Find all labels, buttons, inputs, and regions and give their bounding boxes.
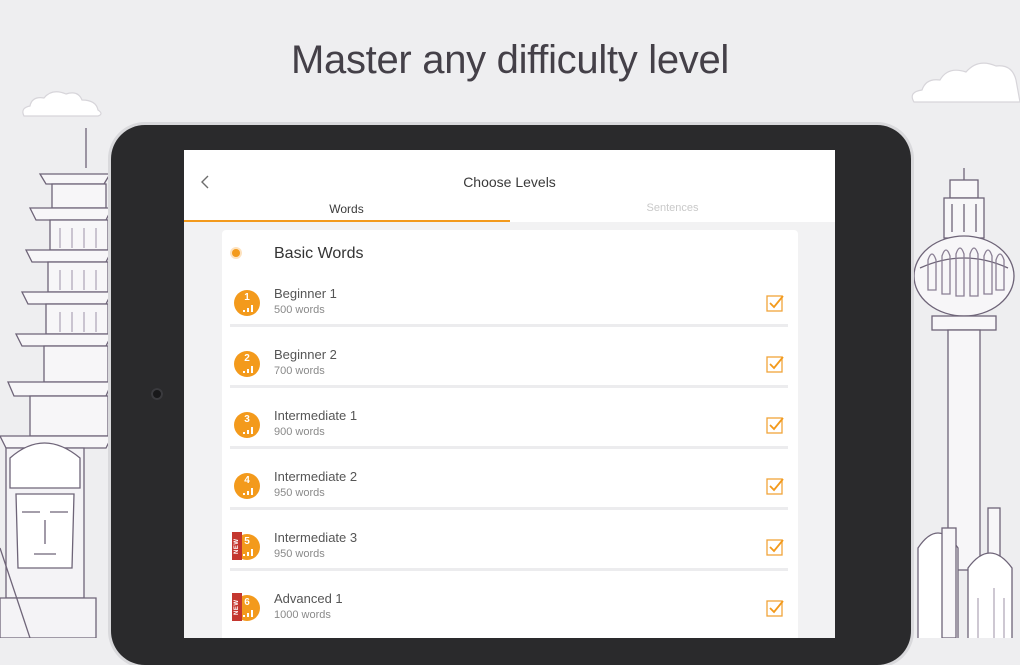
checkbox-checked-icon[interactable]: [765, 354, 785, 374]
level-row[interactable]: 2 Beginner 2 700 words: [222, 341, 798, 402]
level-badge: 3: [234, 412, 260, 438]
level-word-count: 700 words: [274, 365, 325, 377]
level-number: 2: [244, 353, 250, 364]
level-number: 1: [244, 292, 250, 303]
level-row[interactable]: 6 NEW Advanced 1 1000 words: [222, 585, 798, 638]
signal-bars-icon: [243, 305, 253, 312]
row-divider: [230, 385, 788, 388]
tab-sentences[interactable]: Sentences: [510, 202, 835, 222]
level-word-count: 1000 words: [274, 609, 331, 621]
checkbox-checked-icon[interactable]: [765, 415, 785, 435]
level-title: Advanced 1: [274, 591, 343, 606]
app-screen: Choose Levels Words Sentences Basic Word…: [184, 150, 835, 638]
checkbox-checked-icon[interactable]: [765, 598, 785, 618]
signal-bars-icon: [243, 549, 253, 556]
checkbox-checked-icon[interactable]: [765, 293, 785, 313]
level-number: 3: [244, 414, 250, 425]
level-badge: 4: [234, 473, 260, 499]
level-badge: 2: [234, 351, 260, 377]
level-title: Intermediate 2: [274, 469, 358, 484]
level-word-count: 950 words: [274, 487, 325, 499]
tab-words[interactable]: Words: [184, 202, 509, 222]
checkbox-checked-icon[interactable]: [765, 537, 785, 557]
pagoda-illustration: [0, 128, 112, 638]
new-badge: NEW: [232, 532, 242, 560]
level-row[interactable]: 1 Beginner 1 500 words: [222, 280, 798, 341]
cloud-right-decoration: [911, 62, 1020, 103]
level-title: Intermediate 1: [274, 408, 358, 423]
page-headline: Master any difficulty level: [290, 38, 729, 82]
level-title: Beginner 2: [274, 347, 337, 362]
tablet-camera: [151, 388, 163, 400]
tower-illustration: [913, 168, 1015, 638]
level-title: Beginner 1: [274, 286, 337, 301]
section-radio-icon[interactable]: [232, 249, 240, 257]
level-word-count: 900 words: [274, 426, 325, 438]
app-bar: Choose Levels Words Sentences: [184, 150, 835, 222]
signal-bars-icon: [243, 610, 253, 617]
signal-bars-icon: [243, 427, 253, 434]
levels-card: Basic Words 1 Beginner 1 500 words 2 Beginne…: [222, 230, 798, 638]
new-badge: NEW: [232, 593, 242, 621]
level-row[interactable]: 4 Intermediate 2 950 words: [222, 463, 798, 524]
row-divider: [230, 446, 788, 449]
signal-bars-icon: [243, 366, 253, 373]
level-word-count: 950 words: [274, 548, 325, 560]
checkbox-checked-icon[interactable]: [765, 476, 785, 496]
row-divider: [230, 568, 788, 571]
screen-title: Choose Levels: [463, 174, 556, 190]
level-number: 4: [244, 475, 250, 486]
row-divider: [230, 507, 788, 510]
active-tab-indicator: [184, 220, 510, 222]
cloud-left-decoration: [22, 91, 102, 117]
level-title: Intermediate 3: [274, 530, 358, 545]
row-divider: [230, 324, 788, 327]
level-word-count: 500 words: [274, 304, 325, 316]
signal-bars-icon: [243, 488, 253, 495]
section-title: Basic Words: [274, 245, 364, 262]
level-row[interactable]: 3 Intermediate 1 900 words: [222, 402, 798, 463]
level-badge: 1: [234, 290, 260, 316]
level-row[interactable]: 5 NEW Intermediate 3 950 words: [222, 524, 798, 585]
